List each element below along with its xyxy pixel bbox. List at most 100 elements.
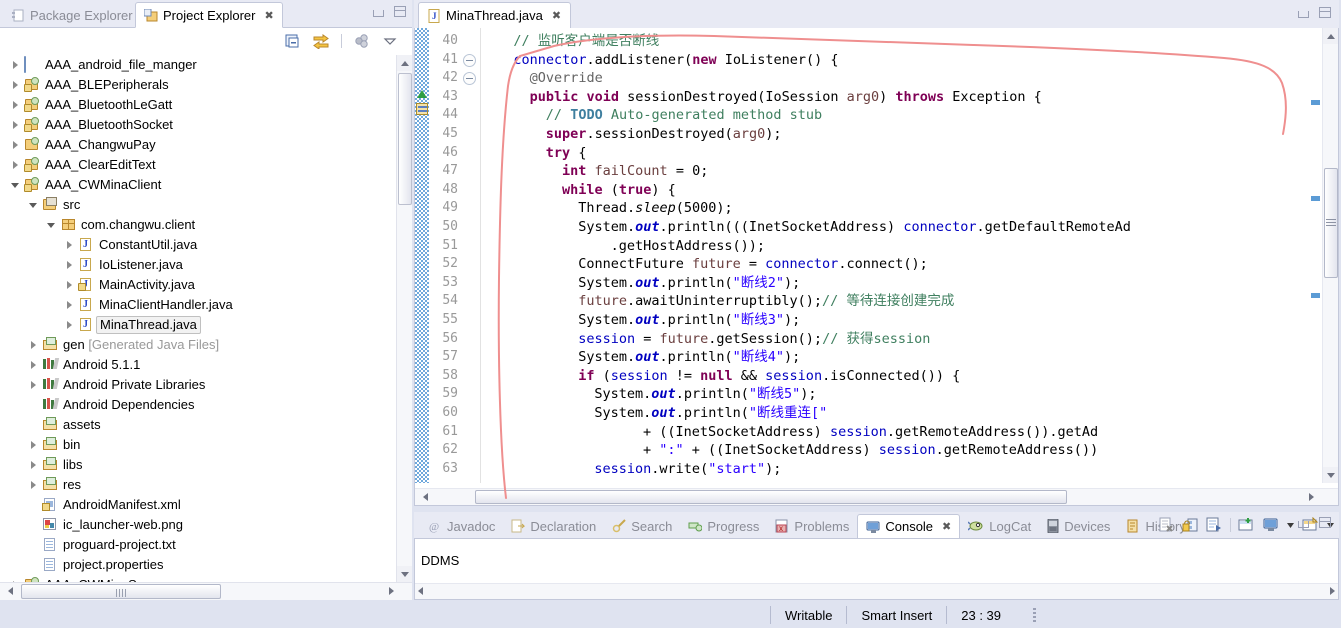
tree-item-iolistener-java[interactable]: J IoListener.java	[0, 255, 394, 275]
view-menu-icon[interactable]	[382, 33, 398, 49]
expand-arrow-closed-icon[interactable]	[64, 279, 76, 291]
code-line[interactable]: Thread.sleep(5000);	[481, 199, 732, 218]
console-tab-logcat[interactable]: LogCat	[960, 514, 1039, 538]
console-tab-progress[interactable]: Progress	[680, 514, 767, 538]
tree-item-aaa-bluetoothlegatt[interactable]: AAA_BluetoothLeGatt	[0, 95, 394, 115]
tree-item-android-5-1-1[interactable]: Android 5.1.1	[0, 355, 394, 375]
source-code[interactable]: // 监听客户端是否断线 connector.addListener(new Io…	[481, 28, 1338, 483]
scroll-up-icon[interactable]	[1323, 28, 1338, 44]
tree-item-aaa-cwminaclient[interactable]: AAA_CWMinaClient	[0, 175, 394, 195]
tree-item-proguard-project-txt[interactable]: proguard-project.txt	[0, 535, 394, 555]
tree-vertical-scrollbar[interactable]	[396, 55, 412, 582]
expand-arrow-closed-icon[interactable]	[10, 119, 22, 131]
focus-on-active-task-icon[interactable]	[354, 33, 370, 49]
tab-package-explorer[interactable]: Package Explorer	[4, 2, 141, 28]
overview-marker[interactable]	[1311, 100, 1320, 105]
console-horizontal-scrollbar[interactable]	[415, 583, 1338, 599]
scroll-left-icon[interactable]	[418, 587, 423, 595]
code-line[interactable]: + ((InetSocketAddress) session.getRemote…	[481, 423, 1098, 442]
expand-arrow-open-icon[interactable]	[10, 179, 22, 191]
expand-arrow-open-icon[interactable]	[28, 199, 40, 211]
tree-item-aaa-bleperipherals[interactable]: AAA_BLEPeripherals	[0, 75, 394, 95]
overview-marker[interactable]	[1311, 196, 1320, 201]
console-output-area[interactable]: DDMS	[414, 538, 1339, 600]
expand-arrow-closed-icon[interactable]	[28, 359, 40, 371]
close-icon[interactable]: ✖	[552, 9, 561, 22]
code-line[interactable]: if (session != null && session.isConnect…	[481, 367, 960, 386]
code-line[interactable]: System.out.println("断线重连["	[481, 404, 827, 423]
expand-arrow-closed-icon[interactable]	[64, 299, 76, 311]
code-line[interactable]: @Override	[481, 69, 603, 88]
expand-arrow-closed-icon[interactable]	[28, 459, 40, 471]
code-line[interactable]: // 监听客户端是否断线	[481, 32, 659, 51]
code-line[interactable]: System.out.println(((InetSocketAddress) …	[481, 218, 1131, 237]
code-line[interactable]: connector.addListener(new IoListener() {	[481, 51, 838, 70]
link-with-editor-icon[interactable]	[313, 33, 329, 50]
console-tab-declaration[interactable]: Declaration	[503, 514, 604, 538]
tree-rows[interactable]: AAA_android_file_manger AAA_BLEPeripheral…	[0, 55, 394, 582]
tree-item-aaa-clearedittext[interactable]: AAA_ClearEditText	[0, 155, 394, 175]
open-console-icon[interactable]	[1262, 517, 1279, 533]
code-line[interactable]: public void sessionDestroyed(IoSession a…	[481, 88, 1042, 107]
expand-arrow-open-icon[interactable]	[46, 219, 58, 231]
minimize-icon[interactable]	[1298, 521, 1309, 528]
close-icon[interactable]: ✖	[942, 520, 951, 533]
scrollbar-thumb[interactable]	[398, 73, 412, 205]
tree-horizontal-scrollbar[interactable]	[0, 582, 412, 600]
tree-item-aaa-android-file-manger[interactable]: AAA_android_file_manger	[0, 55, 394, 75]
tree-item-minathread-java[interactable]: J MinaThread.java	[0, 315, 394, 335]
editor-vertical-scrollbar[interactable]	[1322, 28, 1338, 483]
scroll-lock-icon[interactable]	[1182, 517, 1199, 533]
maximize-icon[interactable]	[394, 6, 406, 17]
display-selected-console-icon[interactable]	[1238, 517, 1255, 533]
tree-item-src[interactable]: src	[0, 195, 394, 215]
code-line[interactable]: System.out.println("断线4");	[481, 348, 800, 367]
code-line[interactable]: session.write("start");	[481, 460, 781, 479]
minimize-icon[interactable]	[373, 10, 384, 17]
pin-console-icon[interactable]	[1206, 517, 1223, 533]
maximize-icon[interactable]	[1319, 517, 1331, 528]
tree-item-android-dependencies[interactable]: Android Dependencies	[0, 395, 394, 415]
console-tab-search[interactable]: Search	[604, 514, 680, 538]
project-tree[interactable]: AAA_android_file_manger AAA_BLEPeripheral…	[0, 55, 412, 582]
tab-minathread-java[interactable]: J MinaThread.java ✖	[418, 2, 572, 28]
code-editor[interactable]: 40 41 42 43 44 45 46 47 48 49 50 51 52 53 54 55 56 57 58 59…	[414, 28, 1339, 506]
expand-arrow-closed-icon[interactable]	[28, 439, 40, 451]
scroll-down-icon[interactable]	[1323, 467, 1338, 483]
minimize-icon[interactable]	[1298, 11, 1309, 18]
expand-arrow-closed-icon[interactable]	[10, 79, 22, 91]
expand-arrow-closed-icon[interactable]	[10, 159, 22, 171]
editor-horizontal-scrollbar[interactable]	[415, 488, 1338, 505]
scroll-right-icon[interactable]	[384, 583, 400, 600]
tree-item-mainactivity-java[interactable]: J MainActivity.java	[0, 275, 394, 295]
clear-console-icon[interactable]	[1158, 517, 1175, 533]
console-tab-problems[interactable]: x Problems	[767, 514, 857, 538]
annotation-ruler[interactable]	[415, 28, 429, 483]
tree-item-minaclienthandler-java[interactable]: J MinaClientHandler.java	[0, 295, 394, 315]
code-line[interactable]: // TODO Auto-generated method stub	[481, 106, 822, 125]
tree-item-libs[interactable]: libs	[0, 455, 394, 475]
scroll-left-icon[interactable]	[417, 489, 433, 505]
console-tab-console[interactable]: Console ✖	[857, 514, 961, 538]
tree-item-bin[interactable]: bin	[0, 435, 394, 455]
code-line[interactable]: System.out.println("断线3");	[481, 311, 800, 330]
tree-item-aaa-changwupay[interactable]: AAA_ChangwuPay	[0, 135, 394, 155]
maximize-icon[interactable]	[1319, 7, 1331, 18]
overview-marker[interactable]	[1311, 293, 1320, 298]
expand-arrow-closed-icon[interactable]	[28, 479, 40, 491]
code-line[interactable]: session = future.getSession();// 获得sessi…	[481, 330, 930, 349]
hscrollbar-thumb[interactable]	[475, 490, 1067, 504]
code-line[interactable]: while (true) {	[481, 181, 676, 200]
hscrollbar-thumb[interactable]	[21, 584, 221, 599]
tree-item-gen[interactable]: gen [Generated Java Files]	[0, 335, 394, 355]
code-line[interactable]: + ":" + ((InetSocketAddress) session.get…	[481, 441, 1098, 460]
tree-item-android-private-libraries[interactable]: Android Private Libraries	[0, 375, 394, 395]
scroll-right-icon[interactable]	[1330, 587, 1335, 595]
expand-arrow-closed-icon[interactable]	[10, 139, 22, 151]
fold-collapse-icon[interactable]	[463, 53, 476, 67]
open-console-dropdown-icon[interactable]	[1286, 517, 1295, 533]
code-line[interactable]: try {	[481, 144, 587, 163]
code-line[interactable]: super.sessionDestroyed(arg0);	[481, 125, 782, 144]
tree-item-project-properties[interactable]: project.properties	[0, 555, 394, 575]
tree-item-aaa-cwminaserver[interactable]: AAA_CWMinaServer	[0, 575, 394, 582]
